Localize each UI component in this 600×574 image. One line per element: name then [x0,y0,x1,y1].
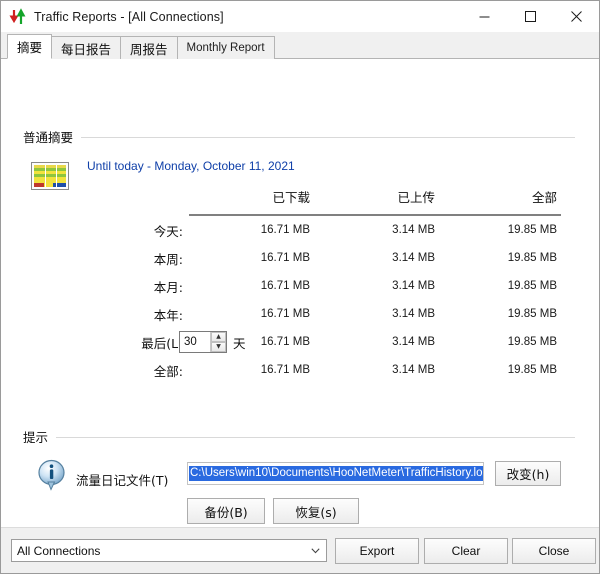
until-today-text: Until today - Monday, October 11, 2021 [87,159,295,173]
table-row: 本周: 16.71 MB 3.14 MB 19.85 MB [61,244,561,272]
table-header-row: 已下载 已上传 全部 [61,187,561,213]
summary-group-header: 普通摘要 [1,127,599,146]
tab-weekly-report-label: 周报告 [130,39,168,58]
log-file-label: 流量日记文件(T) [76,470,168,489]
row-all-downloaded: 16.71 MB [189,356,314,384]
row-today-uploaded: 3.14 MB [314,216,439,244]
connection-select[interactable]: All Connections [11,539,327,562]
tab-monthly-report-label: Monthly Report [187,42,265,54]
col-header-uploaded: 已上传 [314,187,439,213]
hint-group-header: 提示 [1,427,599,446]
chevron-down-icon[interactable] [304,540,326,561]
info-balloon-icon [37,459,67,491]
minimize-button[interactable] [461,1,507,32]
table-row: 全部: 16.71 MB 3.14 MB 19.85 MB [61,356,561,384]
spinner-buttons: ▲ ▼ [210,332,226,352]
row-label-this-year: 本年: [61,300,189,328]
row-this-month-total: 19.85 MB [439,272,561,300]
tab-monthly-report[interactable]: Monthly Report [177,36,275,59]
export-button[interactable]: Export [335,538,419,564]
window-title: Traffic Reports - [All Connections] [34,10,224,24]
row-all-uploaded: 3.14 MB [314,356,439,384]
row-today-downloaded: 16.71 MB [189,216,314,244]
row-this-month-uploaded: 3.14 MB [314,272,439,300]
tab-strip: 摘要 每日报告 周报告 Monthly Report [1,32,599,59]
row-this-week-downloaded: 16.71 MB [189,244,314,272]
row-label-last-days-text: 最后(L) [141,336,183,351]
clear-button[interactable]: Clear [424,538,508,564]
last-days-spinner[interactable]: ▲ ▼ [179,331,227,353]
window-controls [461,1,599,32]
col-header-blank [61,187,189,213]
row-this-year-total: 19.85 MB [439,300,561,328]
traffic-reports-window: Traffic Reports - [All Connections] 摘要 每… [0,0,600,574]
row-label-last-days: 最后(L) ▲ ▼ 天 [61,328,189,356]
row-this-week-uploaded: 3.14 MB [314,244,439,272]
row-label-all: 全部: [61,356,189,384]
row-this-year-uploaded: 3.14 MB [314,300,439,328]
restore-button[interactable]: 恢复(s) [273,498,359,524]
row-this-month-downloaded: 16.71 MB [189,272,314,300]
log-path-value: C:\Users\win10\Documents\HooNetMeter\Tra… [189,466,484,481]
change-log-path-button[interactable]: 改变(h) [495,461,561,486]
tab-summary[interactable]: 摘要 [7,34,52,59]
hint-group-label: 提示 [23,427,48,446]
row-this-year-downloaded: 16.71 MB [189,300,314,328]
summary-group-label: 普通摘要 [23,127,73,146]
report-sheet-icon [31,162,69,190]
spinner-down-icon[interactable]: ▼ [211,342,226,352]
last-days-input[interactable] [180,332,210,352]
table-row: 本月: 16.71 MB 3.14 MB 19.85 MB [61,272,561,300]
maximize-button[interactable] [507,1,553,32]
table-row: 最后(L) ▲ ▼ 天 [61,328,561,356]
report-content: 普通摘要 Until today - Monday, October 11, 2… [1,59,599,527]
backup-button[interactable]: 备份(B) [187,498,265,524]
log-path-input[interactable]: C:\Users\win10\Documents\HooNetMeter\Tra… [187,462,484,485]
last-days-spinner-group: ▲ ▼ 天 [179,331,246,353]
tab-daily-report-label: 每日报告 [61,39,111,58]
connection-select-value: All Connections [17,544,100,558]
hint-group-rule [56,437,575,438]
last-days-unit-label: 天 [233,333,246,352]
tab-weekly-report[interactable]: 周报告 [120,36,178,59]
row-label-this-month: 本月: [61,272,189,300]
title-bar: Traffic Reports - [All Connections] [1,1,599,32]
footer-bar: All Connections Export Clear Close [1,527,599,573]
col-header-downloaded: 已下载 [189,187,314,213]
close-button[interactable] [553,1,599,32]
row-this-week-total: 19.85 MB [439,244,561,272]
close-dialog-button[interactable]: Close [512,538,596,564]
row-label-this-week: 本周: [61,244,189,272]
table-row: 今天: 16.71 MB 3.14 MB 19.85 MB [61,216,561,244]
summary-group-rule [81,137,575,138]
row-last-days-total: 19.85 MB [439,328,561,356]
col-header-total: 全部 [439,187,561,213]
traffic-arrows-icon [9,8,27,26]
spinner-up-icon[interactable]: ▲ [211,332,226,342]
row-label-today: 今天: [61,216,189,244]
traffic-summary-table: 已下载 已上传 全部 今天: 16.71 MB 3.14 MB 19.85 MB [61,187,561,384]
tab-daily-report[interactable]: 每日报告 [51,36,121,59]
row-today-total: 19.85 MB [439,216,561,244]
row-last-days-uploaded: 3.14 MB [314,328,439,356]
table-row: 本年: 16.71 MB 3.14 MB 19.85 MB [61,300,561,328]
row-all-total: 19.85 MB [439,356,561,384]
tab-summary-label: 摘要 [17,37,42,56]
